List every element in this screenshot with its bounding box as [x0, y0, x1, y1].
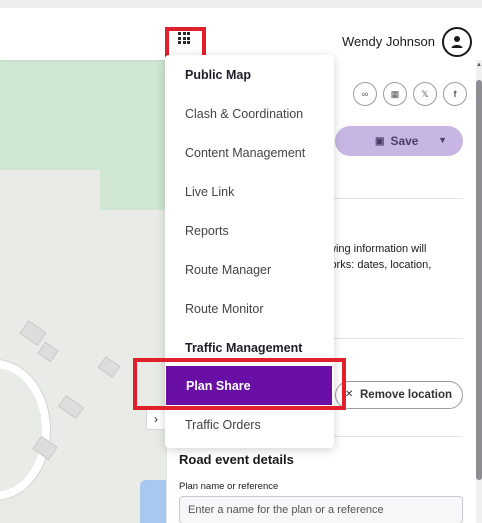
chevron-down-icon: ▼ — [438, 135, 447, 145]
expand-panel-button[interactable]: › — [146, 408, 166, 430]
menu-item-route-monitor[interactable]: Route Monitor — [165, 289, 334, 328]
map-road — [0, 360, 50, 500]
remove-location-button[interactable]: ✕ Remove location — [335, 381, 463, 409]
chevron-right-icon: › — [154, 412, 158, 426]
menu-item-traffic-orders[interactable]: Traffic Orders — [165, 405, 334, 444]
scroll-up-icon[interactable]: ▲ — [476, 62, 482, 68]
map-building — [19, 320, 47, 346]
scrollbar-thumb[interactable] — [476, 80, 482, 480]
remove-location-label: Remove location — [360, 389, 453, 401]
save-icon: ▣ — [375, 135, 385, 147]
menu-item-label: Route Monitor — [185, 301, 264, 316]
share-icons: ∞ ▦ 𝕏 f — [353, 82, 467, 106]
menu-item-content-management[interactable]: Content Management — [165, 133, 334, 172]
menu-item-route-manager[interactable]: Route Manager — [165, 250, 334, 289]
menu-item-reports[interactable]: Reports — [165, 211, 334, 250]
info-line: l works: dates, location, — [317, 259, 432, 271]
close-icon: ✕ — [345, 389, 354, 400]
save-button[interactable]: ▣ Save ▼ — [335, 126, 463, 156]
menu-item-label: Public Map — [185, 67, 251, 82]
plan-name-label: Plan name or reference — [179, 481, 279, 492]
menu-item-label: Live Link — [185, 184, 235, 199]
link-icon[interactable]: ∞ — [353, 82, 377, 106]
menu-item-label: Route Manager — [185, 262, 272, 277]
menu-item-public-map[interactable]: Public Map — [165, 55, 334, 94]
menu-item-label: Reports — [185, 223, 229, 238]
user-name: Wendy Johnson — [342, 34, 435, 49]
highlight-box-plan-share — [133, 358, 346, 410]
section-title: Road event details — [179, 452, 294, 467]
top-bar: Wendy Johnson — [0, 0, 482, 63]
menu-item-clash-coordination[interactable]: Clash & Coordination — [165, 94, 334, 133]
menu-item-label: Traffic Management — [185, 340, 303, 355]
x-icon[interactable]: 𝕏 — [413, 82, 437, 106]
menu-item-label: Content Management — [185, 145, 306, 160]
qr-code-icon[interactable]: ▦ — [383, 82, 407, 106]
plan-name-input[interactable] — [179, 496, 463, 523]
map-building — [37, 341, 59, 363]
menu-item-label: Traffic Orders — [185, 417, 261, 432]
facebook-icon[interactable]: f — [443, 82, 467, 106]
map-building — [57, 394, 85, 420]
info-line: llowing information will — [317, 243, 427, 255]
menu-item-live-link[interactable]: Live Link — [165, 172, 334, 211]
save-label: Save — [390, 134, 419, 148]
info-text: llowing information will l works: dates,… — [317, 241, 467, 273]
scrollbar[interactable]: ▲ — [476, 60, 482, 523]
user-icon — [451, 36, 463, 48]
map-building — [97, 356, 121, 378]
menu-item-label: Clash & Coordination — [185, 106, 304, 121]
map-park-area — [100, 60, 165, 210]
avatar[interactable] — [442, 27, 472, 57]
